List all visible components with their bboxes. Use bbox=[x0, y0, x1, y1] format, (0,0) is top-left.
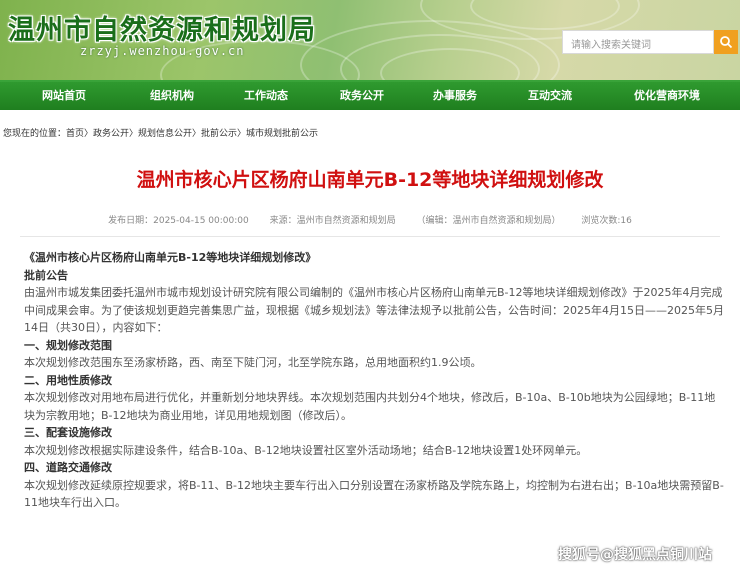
site-title[interactable]: 温州市自然资源和规划局 bbox=[8, 8, 316, 47]
search-input[interactable]: 请输入搜索关键词 bbox=[562, 30, 714, 54]
section-paragraph: 本次规划修改对用地布局进行优化，并重新划分地块界线。本次规划范围内共划分4个地块… bbox=[24, 391, 716, 422]
nav-item-services[interactable]: 办事服务 bbox=[433, 82, 477, 110]
watermark: 搜狐号@搜狐黑点铜川站 bbox=[558, 547, 712, 563]
site-url: zrzyj.wenzhou.gov.cn bbox=[80, 44, 245, 58]
section-heading: 四、道路交通修改 bbox=[24, 461, 112, 474]
section-paragraph: 本次规划修改根据实际建设条件，结合B-10a、B-12地块设置社区室外活动场地；… bbox=[24, 443, 588, 457]
search-button[interactable] bbox=[714, 30, 738, 54]
section-heading: 二、用地性质修改 bbox=[24, 373, 112, 387]
article-body: 《温州市核心片区杨府山南单元B-12等地块详细规划修改》 批前公告 由温州市城发… bbox=[24, 249, 724, 512]
intro-paragraph: 由温州市城发集团委托温州市城市规划设计研究院有限公司编制的《温州市核心片区杨府山… bbox=[24, 286, 724, 334]
document-title: 《温州市核心片区杨府山南单元B-12等地块详细规划修改》 bbox=[24, 251, 317, 264]
main-nav: 网站首页 组织机构 工作动态 政务公开 办事服务 互动交流 优化营商环境 bbox=[0, 80, 740, 110]
divider bbox=[20, 236, 720, 237]
section-heading: 三、配套设施修改 bbox=[24, 426, 112, 439]
nav-item-interaction[interactable]: 互动交流 bbox=[528, 82, 572, 110]
section-paragraph: 本次规划修改范围东至汤家桥路，西、南至下陡门河，北至学院东路，总用地面积约1.9… bbox=[24, 356, 482, 369]
publish-date: 发布日期：2025-04-15 00:00:00 bbox=[108, 216, 249, 226]
section-label: 批前公告 bbox=[24, 268, 68, 282]
nav-item-business-env[interactable]: 优化营商环境 bbox=[634, 82, 700, 110]
search-icon bbox=[720, 36, 733, 49]
nav-item-gov-affairs[interactable]: 政务公开 bbox=[340, 82, 384, 110]
view-count: 浏览次数:16 bbox=[581, 216, 632, 226]
section-heading: 一、规划修改范围 bbox=[24, 338, 112, 352]
nav-item-home[interactable]: 网站首页 bbox=[42, 82, 86, 110]
page-title: 温州市核心片区杨府山南单元B-12等地块详细规划修改 bbox=[136, 169, 604, 191]
section-paragraph: 本次规划修改延续原控规要求，将B-11、B-12地块主要车行出入口分别设置在汤家… bbox=[24, 478, 724, 510]
source: 来源：温州市自然资源和规划局 bbox=[269, 216, 396, 226]
article-meta: 发布日期：2025-04-15 00:00:00 来源：温州市自然资源和规划局 … bbox=[0, 213, 740, 226]
site-header: 温州市自然资源和规划局 zrzyj.wenzhou.gov.cn 请输入搜索关键… bbox=[0, 0, 740, 80]
nav-item-organization[interactable]: 组织机构 bbox=[150, 82, 194, 110]
breadcrumb[interactable]: 您现在的位置：首页〉政务公开〉规划信息公开〉批前公示〉城市规划批前公示 bbox=[3, 126, 318, 139]
editor: （编辑：温州市自然资源和规划局） bbox=[416, 216, 561, 226]
nav-item-work-news[interactable]: 工作动态 bbox=[244, 82, 288, 110]
